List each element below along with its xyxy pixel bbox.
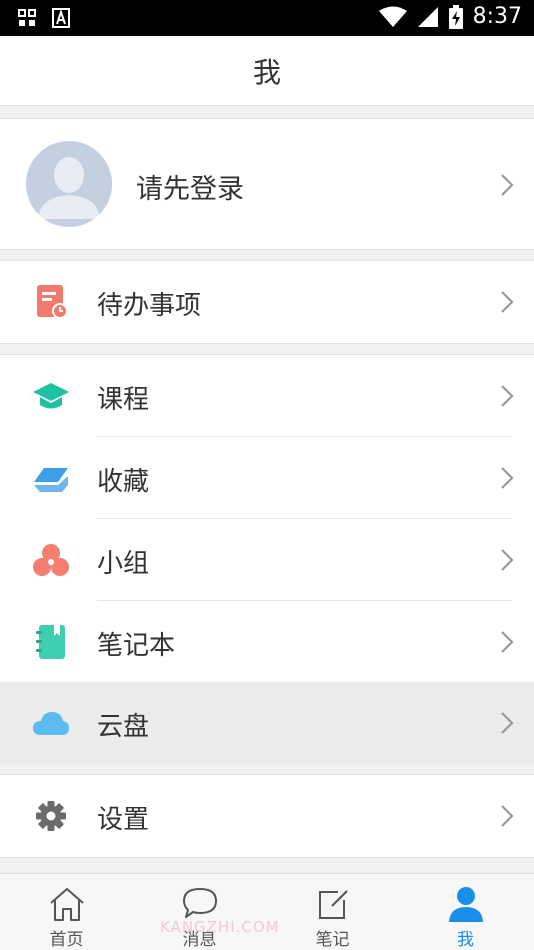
tab-notes[interactable]: 笔记 [266, 874, 399, 950]
login-row[interactable]: 请先登录 [0, 118, 534, 250]
login-prompt: 请先登录 [136, 174, 244, 205]
menu-item-cloud[interactable]: 云盘 [0, 682, 534, 764]
settings-card: 设置 [0, 774, 534, 858]
menu-item-settings[interactable]: 设置 [0, 775, 534, 857]
chevron-right-icon [501, 631, 514, 653]
gear-icon [36, 801, 66, 831]
page-title: 我 [252, 55, 281, 89]
avatar [26, 141, 112, 227]
notebook-icon [36, 625, 65, 659]
menu-card: 课程 收藏 小组 笔记本 云盘 [0, 354, 534, 764]
group-icon [33, 544, 69, 576]
menu-item-notebook[interactable]: 笔记本 [0, 601, 534, 683]
menu-item-label: 课程 [97, 385, 150, 415]
grid-icon [18, 9, 36, 26]
status-time: 8:37 [472, 4, 522, 29]
chat-bubble-icon [183, 888, 217, 918]
chevron-right-icon [501, 467, 514, 489]
chevron-right-icon [501, 712, 514, 734]
menu-item-group[interactable]: 小组 [0, 519, 534, 601]
home-icon [50, 888, 84, 921]
menu-item-label: 小组 [97, 549, 150, 579]
font-a-icon [52, 8, 70, 28]
todo-icon [37, 285, 68, 319]
menu-item-label: 笔记本 [97, 631, 176, 661]
menu-item-label: 收藏 [97, 467, 150, 497]
default-avatar-icon [26, 141, 112, 227]
wifi-icon [378, 6, 407, 27]
tab-label: 首页 [49, 930, 84, 950]
watermark-text: KANGZHI.COM [160, 918, 280, 936]
todo-card: 待办事项 [0, 260, 534, 344]
chevron-right-icon [501, 549, 514, 571]
cloud-icon [33, 712, 69, 735]
edit-note-icon [319, 890, 348, 919]
tab-me[interactable]: 我 [399, 874, 532, 950]
menu-item-label: 待办事项 [97, 291, 202, 321]
bottom-tab-bar: 首页 消息 笔记 我 [0, 873, 534, 950]
title-bar: 我 [0, 36, 534, 106]
tab-messages[interactable]: 消息 [133, 874, 266, 950]
menu-item-todo[interactable]: 待办事项 [0, 261, 534, 343]
status-bar: 8:37 [0, 0, 534, 36]
battery-charging-icon [448, 4, 463, 29]
menu-item-course[interactable]: 课程 [0, 355, 534, 437]
tab-label: 我 [457, 930, 474, 950]
menu-item-label: 设置 [97, 805, 150, 835]
chevron-right-icon [501, 385, 514, 407]
chevron-right-icon [501, 805, 514, 827]
tab-home[interactable]: 首页 [0, 874, 133, 950]
menu-item-label: 云盘 [97, 712, 150, 742]
chevron-right-icon [501, 174, 514, 196]
graduation-cap-icon [33, 383, 69, 409]
chevron-right-icon [501, 291, 514, 313]
signal-icon [417, 6, 438, 27]
tab-label: 笔记 [315, 930, 350, 950]
menu-item-favorites[interactable]: 收藏 [0, 437, 534, 519]
favorites-icon [34, 468, 68, 492]
person-icon [449, 887, 483, 922]
